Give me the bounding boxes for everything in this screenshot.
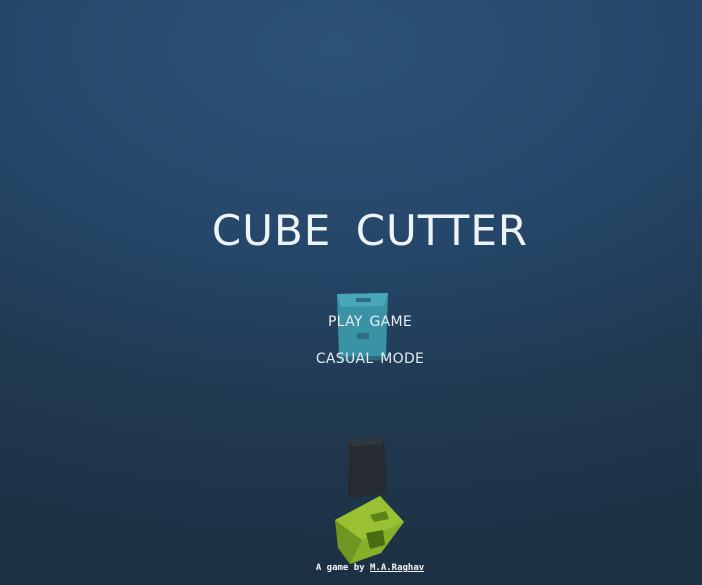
credit-prefix: A game by [315,563,370,573]
credit-line: A game by M.A.Raghav [0,563,702,573]
dark-cube [348,437,387,498]
play-game-button[interactable]: PLAY GAME [0,314,702,330]
author-link[interactable]: M.A.Raghav [370,563,424,573]
game-title: CUBE CUTTER [211,206,529,255]
game-scene: CUBE CUTTER PLAY GAME CASUAL MODE A game… [0,0,702,585]
green-cube [335,496,404,564]
scene-shapes [335,293,404,564]
casual-mode-button[interactable]: CASUAL MODE [0,351,702,367]
